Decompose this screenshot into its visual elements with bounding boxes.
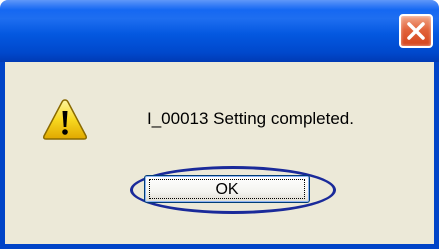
dialog-body: I_00013 Setting completed. OK [5,62,434,244]
ok-button-label: OK [215,181,239,198]
window-frame-right [434,62,439,249]
warning-icon [43,99,87,140]
ok-button[interactable]: OK [144,175,310,203]
window-frame-bottom [0,244,439,249]
close-icon [407,22,425,40]
dialog-message: I_00013 Setting completed. [147,109,354,128]
close-button[interactable] [399,14,433,48]
title-bar[interactable] [0,0,439,62]
message-dialog-window: I_00013 Setting completed. OK [0,0,439,249]
